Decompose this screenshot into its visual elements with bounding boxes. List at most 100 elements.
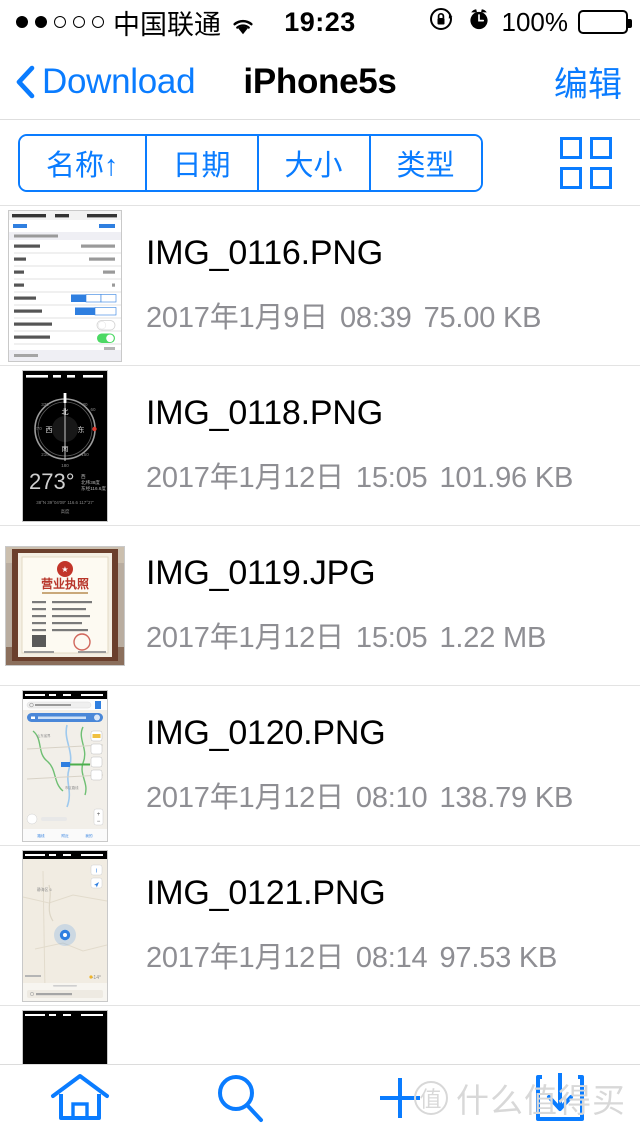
thumbnail-container: ★ 营业执照: [0, 530, 130, 682]
file-name: IMG_0118.PNG: [146, 395, 573, 432]
svg-text:i: i: [96, 868, 97, 874]
file-size: 75.00 KB: [424, 302, 542, 334]
file-meta: IMG_0121.PNG 2017年1月12日 08:14 97.53 KB: [130, 875, 557, 976]
svg-text:-14°: -14°: [92, 975, 101, 981]
thumbnail-license-photo: ★ 营业执照: [5, 546, 125, 666]
thumbnail-map-location-screenshot: i 静海区 6 -14°: [22, 850, 108, 1002]
svg-text:市区路线: 市区路线: [65, 785, 79, 790]
sort-by-name[interactable]: 名称↑: [20, 136, 147, 190]
add-button[interactable]: [320, 1065, 480, 1137]
svg-text:330: 330: [41, 402, 49, 407]
grid-view-icon[interactable]: [560, 137, 612, 189]
home-button[interactable]: [0, 1065, 160, 1137]
svg-text:180: 180: [61, 463, 69, 468]
file-meta: IMG_0118.PNG 2017年1月12日 15:05 101.96 KB: [130, 395, 573, 496]
table-row[interactable]: 山东省界市区路线 + −: [0, 686, 640, 846]
svg-text:山东省界: 山东省界: [37, 733, 51, 738]
file-name: IMG_0121.PNG: [146, 875, 557, 912]
chevron-left-icon: [14, 65, 36, 99]
back-button[interactable]: Download: [0, 62, 195, 102]
file-time: 08:10: [356, 782, 428, 814]
file-name: IMG_0120.PNG: [146, 715, 573, 752]
battery-icon: [578, 10, 628, 34]
file-date: 2017年1月12日: [146, 942, 344, 974]
file-date: 2017年1月12日: [146, 462, 344, 494]
file-name: IMG_0119.JPG: [146, 555, 546, 592]
svg-text:路线: 路线: [37, 833, 45, 838]
edit-button[interactable]: 编辑: [554, 57, 640, 106]
download-icon: [534, 1071, 586, 1130]
thumbnail-partial: [22, 1010, 108, 1065]
svg-text:高度: 高度: [61, 508, 70, 515]
search-button[interactable]: [160, 1065, 320, 1137]
sort-by-date[interactable]: 日期: [147, 136, 259, 190]
file-size: 1.22 MB: [439, 622, 546, 654]
bottom-toolbar: [0, 1064, 640, 1136]
svg-text:营业执照: 营业执照: [41, 576, 89, 591]
table-row-partial[interactable]: [0, 1006, 640, 1064]
svg-text:+: +: [97, 812, 101, 818]
file-meta: IMG_0120.PNG 2017年1月12日 08:10 138.79 KB: [130, 715, 573, 816]
svg-text:38°N 39°04'09" 116.6 117°27': 38°N 39°04'09" 116.6 117°27': [36, 500, 94, 505]
table-row[interactable]: ★ 营业执照 IMG_0119.: [0, 526, 640, 686]
table-row[interactable]: i 静海区 6 -14° IMG_0121.PNG 2017年1月12日 08:1…: [0, 846, 640, 1006]
navigation-bar: Download iPhone5s 编辑: [0, 44, 640, 120]
file-meta: IMG_0116.PNG 2017年1月9日 08:39 75.00 KB: [130, 235, 541, 336]
table-row[interactable]: 北南 西东 33030 27060 210150 180 273° 西北纬38度…: [0, 366, 640, 526]
search-icon: [213, 1071, 267, 1130]
svg-text:★: ★: [61, 565, 68, 574]
thumbnail-container: i 静海区 6 -14°: [0, 850, 130, 1002]
file-subtitle: 2017年1月12日 15:05 101.96 KB: [146, 454, 573, 496]
table-row[interactable]: IMG_0116.PNG 2017年1月9日 08:39 75.00 KB: [0, 206, 640, 366]
thumbnail-settings-screenshot: [8, 210, 122, 362]
svg-text:东: 东: [78, 425, 85, 434]
file-time: 15:05: [356, 462, 428, 494]
file-size: 101.96 KB: [439, 462, 573, 494]
svg-text:210: 210: [41, 452, 49, 457]
file-list[interactable]: IMG_0116.PNG 2017年1月9日 08:39 75.00 KB: [0, 206, 640, 1064]
file-subtitle: 2017年1月12日 08:14 97.53 KB: [146, 934, 557, 976]
home-icon: [49, 1072, 111, 1129]
file-date: 2017年1月12日: [146, 622, 344, 654]
file-time: 08:14: [356, 942, 428, 974]
file-time: 08:39: [340, 302, 412, 334]
file-subtitle: 2017年1月9日 08:39 75.00 KB: [146, 294, 541, 336]
sort-by-type[interactable]: 类型: [371, 136, 481, 190]
thumbnail-container: 北南 西东 33030 27060 210150 180 273° 西北纬38度…: [0, 370, 130, 522]
file-name: IMG_0116.PNG: [146, 235, 541, 272]
file-subtitle: 2017年1月12日 08:10 138.79 KB: [146, 774, 573, 816]
file-meta: IMG_0119.JPG 2017年1月12日 15:05 1.22 MB: [130, 555, 546, 656]
back-button-label: Download: [42, 62, 195, 102]
svg-text:北: 北: [62, 408, 69, 416]
thumbnail-compass-screenshot: 北南 西东 33030 27060 210150 180 273° 西北纬38度…: [22, 370, 108, 522]
svg-text:我的: 我的: [85, 833, 93, 838]
svg-text:南: 南: [62, 444, 69, 453]
thumbnail-container: [0, 210, 130, 362]
svg-text:附近: 附近: [61, 833, 69, 838]
plus-icon: [375, 1073, 425, 1128]
svg-text:150: 150: [81, 452, 89, 457]
svg-text:北纬38度: 北纬38度: [81, 479, 100, 486]
sort-segmented-control[interactable]: 名称↑ 日期 大小 类型: [18, 134, 483, 192]
svg-text:60: 60: [90, 407, 96, 412]
svg-text:270: 270: [34, 426, 42, 431]
file-subtitle: 2017年1月12日 15:05 1.22 MB: [146, 614, 546, 656]
svg-text:东经116.6度: 东经116.6度: [81, 485, 106, 492]
file-size: 138.79 KB: [439, 782, 573, 814]
status-bar: 中国联通 19:23 100%: [0, 0, 640, 44]
file-size: 97.53 KB: [439, 942, 557, 974]
file-date: 2017年1月9日: [146, 302, 328, 334]
file-date: 2017年1月12日: [146, 782, 344, 814]
download-button[interactable]: [480, 1065, 640, 1137]
sort-by-size[interactable]: 大小: [259, 136, 371, 190]
svg-text:273°: 273°: [29, 469, 75, 494]
thumbnail-map-route-screenshot: 山东省界市区路线 + −: [22, 690, 108, 842]
svg-text:−: −: [97, 819, 101, 825]
svg-text:静海区 6: 静海区 6: [37, 887, 52, 892]
thumbnail-container: 山东省界市区路线 + −: [0, 690, 130, 842]
svg-text:30: 30: [82, 402, 88, 407]
file-time: 15:05: [356, 622, 428, 654]
clock-label: 19:23: [0, 7, 640, 38]
svg-text:西: 西: [46, 426, 53, 434]
sort-bar: 名称↑ 日期 大小 类型: [0, 120, 640, 206]
